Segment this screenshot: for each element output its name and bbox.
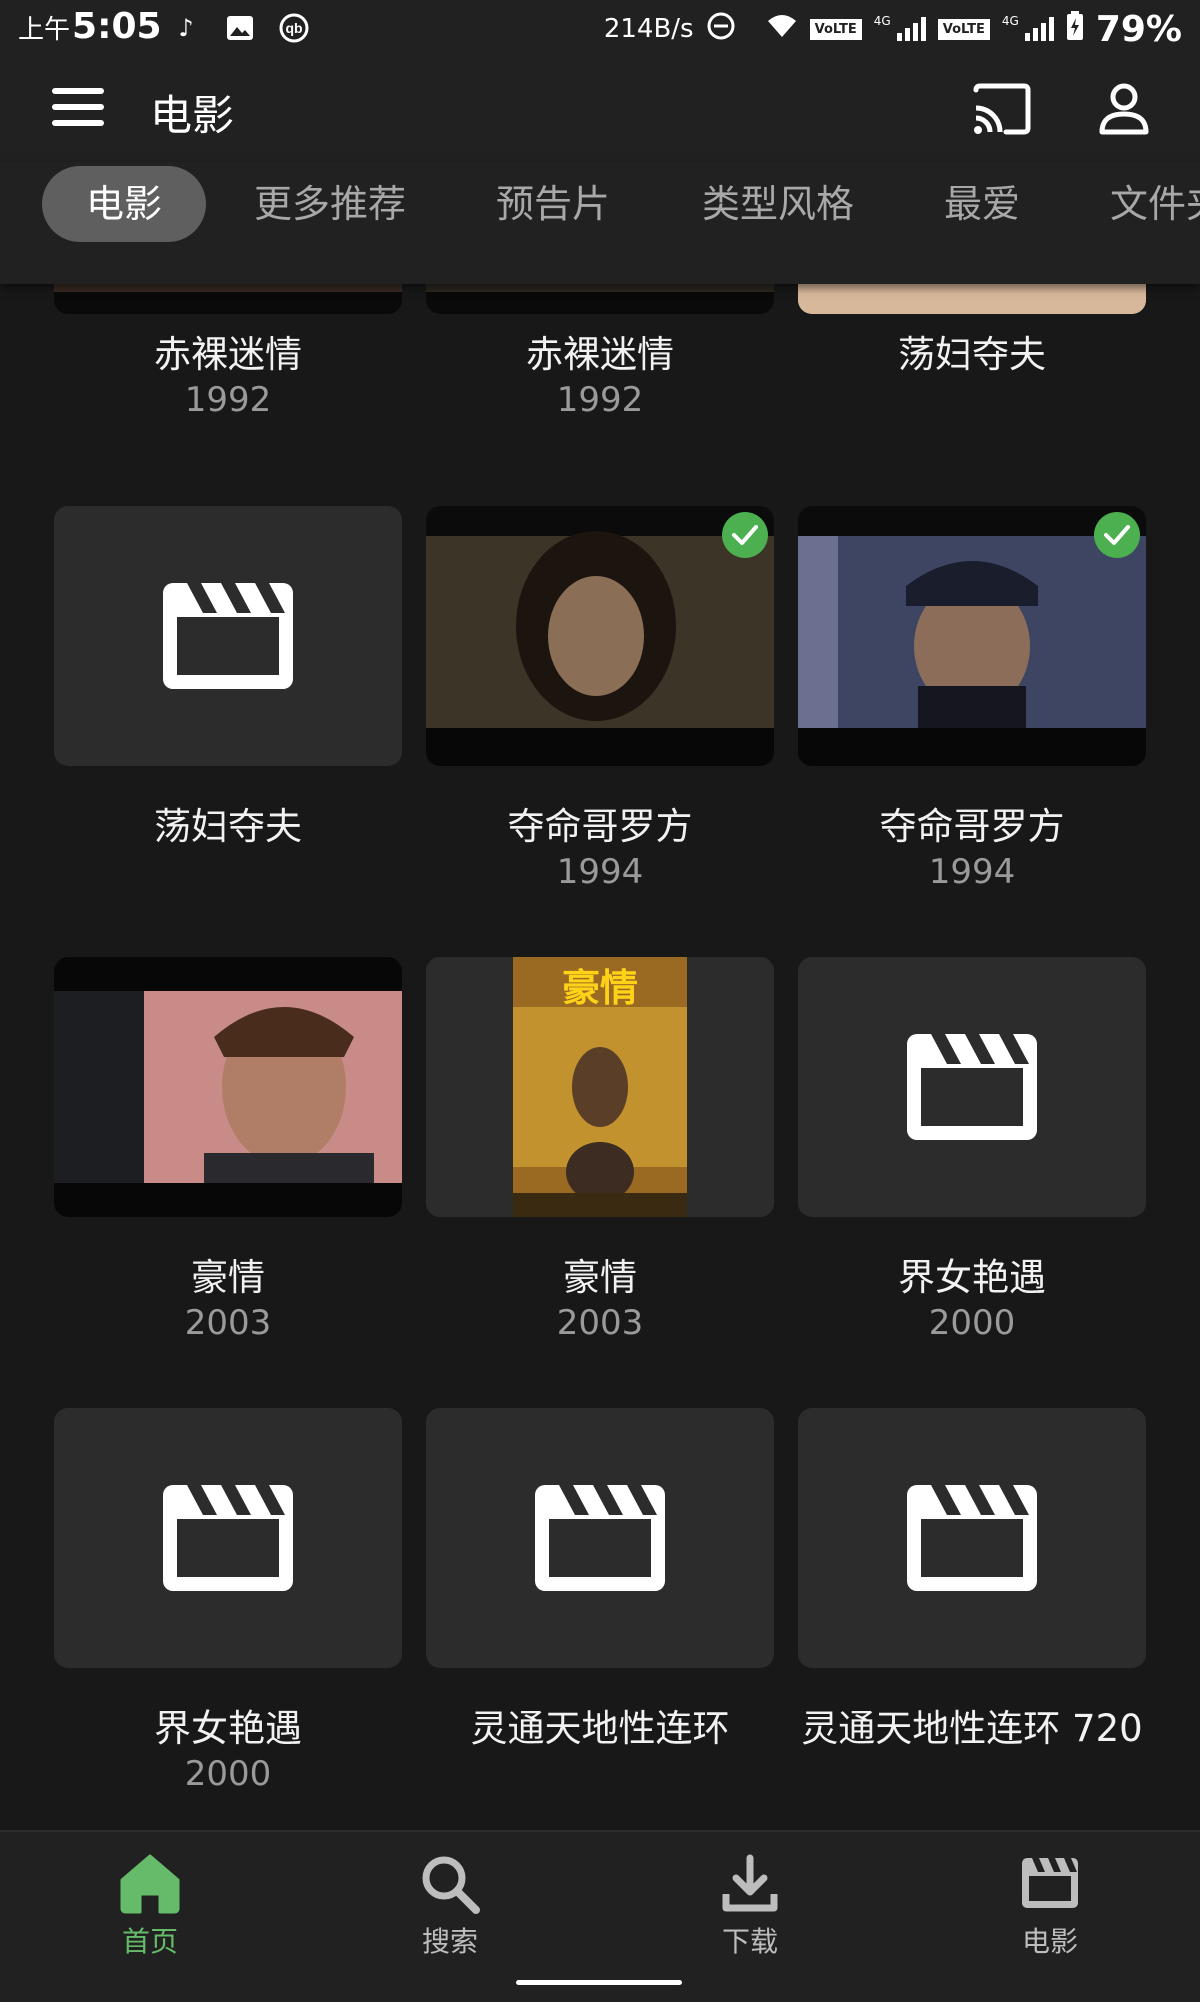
movie-title: 赤裸迷情 — [154, 333, 302, 376]
nav-home[interactable]: 首页 — [50, 1852, 250, 1960]
movie-year: 1992 — [556, 380, 644, 420]
movie-title: 灵通天地性连环 720 — [801, 1707, 1143, 1750]
clapperboard-icon — [907, 1485, 1037, 1591]
tab-trailers[interactable]: 预告片 — [496, 166, 610, 242]
movie-title: 界女艳遇 — [898, 1256, 1046, 1299]
clapperboard-icon — [907, 1034, 1037, 1140]
status-time: 上午5:05 — [18, 6, 162, 47]
battery-icon — [1066, 10, 1084, 48]
movie-poster[interactable] — [426, 1408, 774, 1668]
home-icon — [120, 1854, 180, 1914]
movie-title: 灵通天地性连环 — [470, 1707, 730, 1750]
movies-icon — [1022, 1858, 1078, 1908]
tab-folders[interactable]: 文件夹 — [1110, 166, 1200, 242]
movie-poster[interactable] — [798, 284, 1146, 314]
movie-poster[interactable] — [798, 506, 1146, 766]
download-icon — [722, 1854, 778, 1912]
search-icon — [422, 1856, 480, 1914]
battery-percent: 79% — [1095, 8, 1182, 50]
tiktok-icon: ♪ — [178, 14, 194, 42]
clapperboard-icon — [163, 583, 293, 689]
movie-poster[interactable] — [798, 957, 1146, 1217]
svg-text:qb: qb — [285, 20, 302, 36]
nav-movies[interactable]: 电影 — [950, 1852, 1150, 1960]
movie-title: 夺命哥罗方 — [507, 805, 693, 848]
nav-search[interactable]: 搜索 — [350, 1852, 550, 1960]
tab-genres[interactable]: 类型风格 — [702, 166, 854, 242]
movie-year: 2003 — [556, 1303, 644, 1343]
nav-downloads[interactable]: 下载 — [650, 1852, 850, 1960]
status-bar: 上午5:05 ♪ qb 214B/s VoLTE 4G VoLTE 4G 79% — [0, 0, 1200, 60]
movie-title: 豪情 — [191, 1256, 265, 1299]
movie-poster[interactable] — [426, 506, 774, 766]
volte-badge-2: VoLTE — [937, 18, 990, 40]
net-speed: 214B/s — [603, 14, 694, 44]
movie-year: 2000 — [928, 1303, 1016, 1343]
tab-movies[interactable]: 电影 — [42, 166, 206, 242]
volte-badge-1: VoLTE — [809, 18, 862, 40]
tab-favorites[interactable]: 最爱 — [944, 166, 1020, 242]
movie-poster[interactable] — [54, 1408, 402, 1668]
movie-grid: 赤裸迷情 1992 赤裸迷情 1992 荡妇夺夫 荡妇夺夫 夺命哥罗方 1994… — [0, 284, 1200, 1830]
movie-poster[interactable] — [426, 284, 774, 314]
signal-icon — [1024, 17, 1054, 41]
movie-title: 荡妇夺夫 — [898, 333, 1046, 376]
menu-icon[interactable] — [52, 88, 104, 132]
clapperboard-icon — [163, 1485, 293, 1591]
movie-year: 1992 — [184, 380, 272, 420]
movie-poster[interactable]: 豪情 — [426, 957, 774, 1217]
movie-year: 1994 — [928, 852, 1016, 892]
movie-title: 界女艳遇 — [154, 1707, 302, 1750]
clapperboard-icon — [535, 1485, 665, 1591]
movie-title: 夺命哥罗方 — [879, 805, 1065, 848]
movie-year: 2000 — [184, 1754, 272, 1794]
movie-poster[interactable] — [798, 1408, 1146, 1668]
dnd-icon — [706, 11, 736, 48]
movie-title: 荡妇夺夫 — [154, 805, 302, 848]
watched-check-icon — [722, 512, 768, 558]
tab-more-recommendations[interactable]: 更多推荐 — [254, 166, 406, 242]
wifi-icon — [766, 13, 798, 46]
signal-icon — [896, 17, 926, 41]
movie-poster[interactable] — [54, 284, 402, 314]
movie-year: 1994 — [556, 852, 644, 892]
account-icon[interactable] — [1098, 82, 1150, 136]
gallery-icon — [224, 12, 256, 44]
page-title: 电影 — [150, 91, 235, 140]
category-tabs: 电影 更多推荐 预告片 类型风格 最爱 文件夹 — [0, 162, 1200, 284]
qb-icon: qb — [278, 12, 310, 44]
movie-poster[interactable] — [54, 506, 402, 766]
bottom-navigation: 首页 搜索 下载 电影 — [0, 1830, 1200, 2002]
movie-title: 豪情 — [563, 1256, 637, 1299]
cast-icon[interactable] — [972, 82, 1032, 136]
home-indicator[interactable] — [516, 1980, 682, 1985]
poster-title-text: 豪情 — [561, 965, 638, 1010]
app-bar: 电影 — [0, 60, 1200, 162]
movie-poster[interactable] — [54, 957, 402, 1217]
movie-title: 赤裸迷情 — [526, 333, 674, 376]
watched-check-icon — [1094, 512, 1140, 558]
movie-year: 2003 — [184, 1303, 272, 1343]
